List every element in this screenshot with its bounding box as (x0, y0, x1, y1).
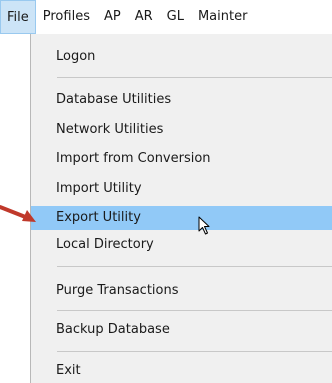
menu-item-import-from-conversion[interactable]: Import from Conversion (31, 148, 332, 170)
menu-item-label: Logon (56, 49, 96, 64)
menu-item-network-utilities[interactable]: Network Utilities (31, 119, 332, 141)
file-dropdown-menu: Logon Database Utilities Network Utiliti… (30, 34, 332, 383)
menu-separator (57, 310, 332, 311)
menu-separator (57, 77, 332, 78)
menu-item-local-directory[interactable]: Local Directory (31, 234, 332, 256)
menu-bar: File Profiles AP AR GL Mainter (0, 0, 332, 34)
menu-item-label: Local Directory (56, 237, 154, 252)
menu-ap[interactable]: AP (97, 0, 128, 34)
menu-item-label: Import Utility (56, 181, 142, 196)
menu-item-purge-transactions[interactable]: Purge Transactions (31, 280, 332, 302)
menu-item-import-utility[interactable]: Import Utility (31, 178, 332, 200)
menu-item-label: Database Utilities (56, 92, 172, 107)
menu-item-label: Purge Transactions (56, 283, 179, 298)
menu-gl[interactable]: GL (160, 0, 191, 34)
menu-item-label: Exit (56, 363, 81, 378)
menu-item-label: Export Utility (56, 210, 141, 225)
menu-item-logon[interactable]: Logon (31, 46, 332, 68)
menu-file[interactable]: File (0, 0, 36, 34)
menu-item-database-utilities[interactable]: Database Utilities (31, 89, 332, 111)
menu-separator (57, 266, 332, 267)
menu-item-label: Import from Conversion (56, 151, 211, 166)
annotation-arrow-icon (0, 205, 36, 222)
mouse-pointer-icon (198, 216, 210, 235)
menu-item-backup-database[interactable]: Backup Database (31, 319, 332, 341)
menu-ar[interactable]: AR (128, 0, 160, 34)
menu-profiles[interactable]: Profiles (36, 0, 97, 34)
menu-item-export-utility[interactable]: Export Utility (31, 206, 332, 230)
menu-maintenance[interactable]: Mainter (191, 0, 254, 34)
menu-item-label: Network Utilities (56, 122, 164, 137)
menu-item-exit[interactable]: Exit (31, 360, 332, 382)
menu-separator (57, 351, 332, 352)
menu-item-label: Backup Database (56, 322, 170, 337)
